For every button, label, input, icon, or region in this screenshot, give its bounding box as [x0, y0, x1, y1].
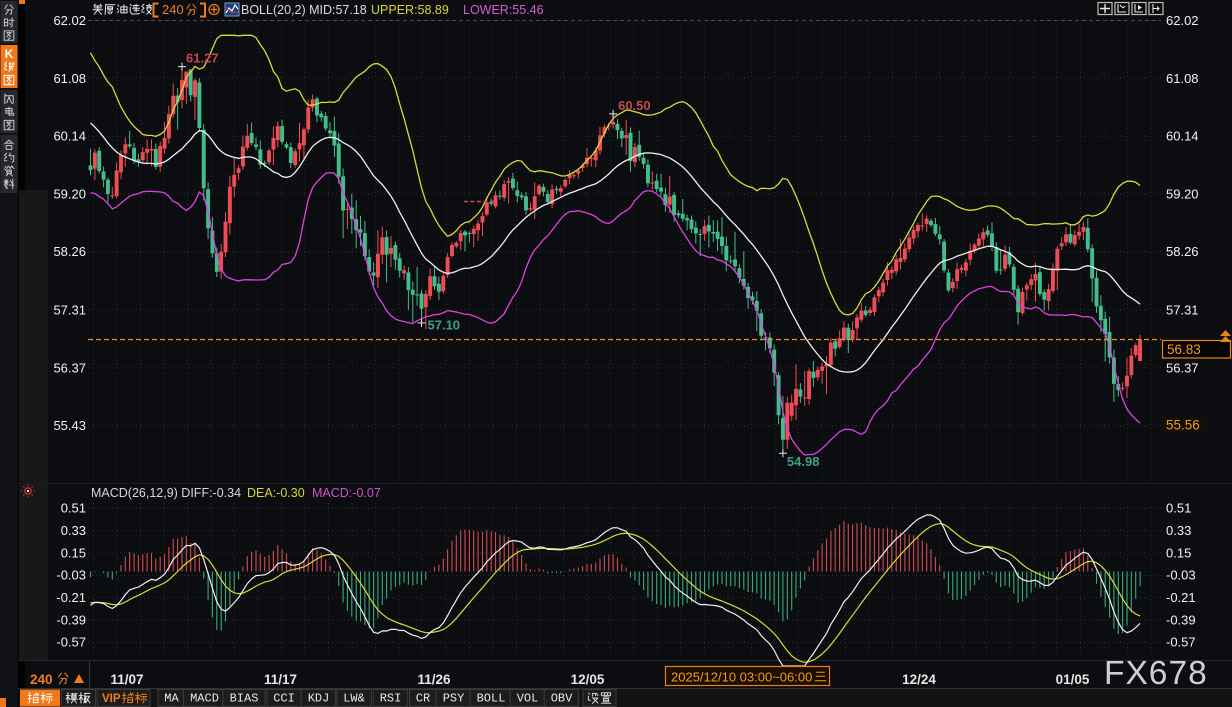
svg-text:54.98: 54.98: [787, 454, 820, 469]
svg-text:LOWER:55.46: LOWER:55.46: [463, 3, 544, 17]
svg-text:11/26: 11/26: [417, 672, 451, 687]
svg-text:MACD:-0.07: MACD:-0.07: [312, 486, 381, 500]
svg-text:62.02: 62.02: [53, 13, 86, 28]
svg-text:MACD(26,12,9) DIFF:-0.34: MACD(26,12,9) DIFF:-0.34: [91, 486, 241, 500]
svg-text:LW&: LW&: [343, 692, 365, 706]
svg-text:55.43: 55.43: [53, 418, 86, 433]
svg-text:56.83: 56.83: [1167, 342, 1201, 357]
svg-text:59.20: 59.20: [53, 186, 86, 201]
svg-text:DEA:-0.30: DEA:-0.30: [247, 486, 305, 500]
svg-text:OBV: OBV: [551, 692, 573, 706]
svg-text:-0.39: -0.39: [1166, 612, 1196, 627]
svg-text:58.26: 58.26: [1166, 244, 1199, 259]
svg-text:60.14: 60.14: [1166, 129, 1199, 144]
svg-text:MA: MA: [164, 692, 179, 706]
svg-text:2025/12/10 03:00~06:00: 2025/12/10 03:00~06:00: [671, 670, 812, 685]
svg-text:01/05: 01/05: [1056, 672, 1090, 687]
svg-text:57.10: 57.10: [428, 317, 461, 332]
svg-text:-0.21: -0.21: [56, 590, 86, 605]
svg-text:BOLL: BOLL: [477, 692, 506, 706]
svg-text:57.31: 57.31: [53, 303, 86, 318]
svg-text:0.33: 0.33: [61, 523, 86, 538]
svg-text:VIP: VIP: [102, 693, 121, 705]
svg-text:61.08: 61.08: [53, 71, 86, 86]
svg-text:11/17: 11/17: [264, 672, 297, 687]
svg-text:-0.57: -0.57: [1166, 635, 1196, 650]
svg-text:MACD: MACD: [190, 692, 219, 706]
svg-text:CCI: CCI: [273, 692, 295, 706]
svg-text:56.37: 56.37: [53, 360, 86, 375]
svg-text:60.50: 60.50: [618, 98, 651, 113]
svg-text:PSY: PSY: [443, 692, 465, 706]
svg-text:56.37: 56.37: [1166, 360, 1199, 375]
svg-text:61.08: 61.08: [1166, 71, 1199, 86]
svg-text:0.51: 0.51: [1166, 501, 1191, 516]
svg-text:11/07: 11/07: [110, 672, 143, 687]
svg-text:RSI: RSI: [380, 692, 402, 706]
svg-text:-0.21: -0.21: [1166, 590, 1196, 605]
svg-text:240: 240: [162, 2, 184, 17]
svg-text:0.33: 0.33: [1166, 523, 1191, 538]
svg-text:CR: CR: [416, 692, 430, 706]
svg-text:60.14: 60.14: [53, 129, 86, 144]
svg-text:57.31: 57.31: [1166, 303, 1199, 318]
svg-text:KDJ: KDJ: [308, 692, 330, 706]
svg-text:59.20: 59.20: [1166, 186, 1199, 201]
svg-text:UPPER:58.89: UPPER:58.89: [371, 3, 449, 17]
svg-text:12/05: 12/05: [571, 672, 605, 687]
svg-text:240: 240: [30, 672, 53, 687]
svg-text:58.26: 58.26: [53, 244, 86, 259]
svg-text:0.51: 0.51: [61, 501, 86, 516]
svg-text:BIAS: BIAS: [230, 692, 259, 706]
svg-text:-0.03: -0.03: [56, 568, 86, 583]
svg-text:12/24: 12/24: [902, 672, 936, 687]
svg-text:FX678: FX678: [1104, 655, 1208, 692]
svg-text:-0.39: -0.39: [56, 612, 86, 627]
svg-text:61.27: 61.27: [186, 51, 219, 66]
svg-text:55.56: 55.56: [1166, 418, 1200, 433]
svg-text:-0.57: -0.57: [56, 635, 86, 650]
svg-text:-0.03: -0.03: [1166, 568, 1196, 583]
svg-text:VOL: VOL: [517, 692, 539, 706]
svg-text:K: K: [5, 47, 14, 61]
svg-text:BOLL(20,2) MID:57.18: BOLL(20,2) MID:57.18: [241, 3, 367, 17]
svg-text:62.02: 62.02: [1166, 13, 1199, 28]
svg-text:0.15: 0.15: [1166, 545, 1191, 560]
svg-text:0.15: 0.15: [61, 545, 86, 560]
